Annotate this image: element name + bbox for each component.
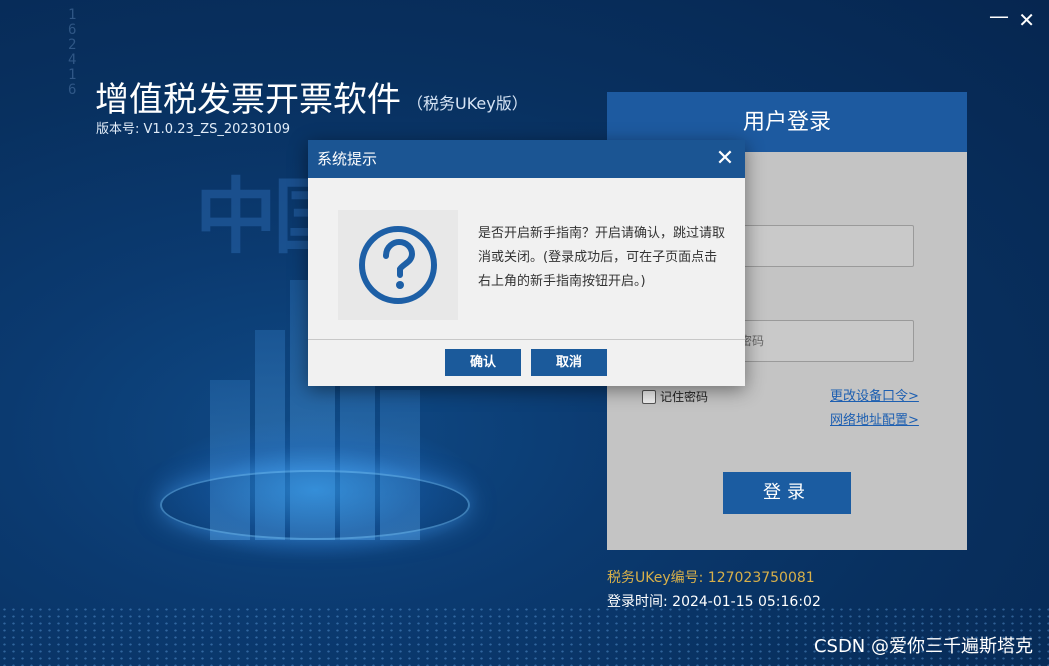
dialog-close-button[interactable]: ✕ [714,140,736,178]
app-title: 增值税发票开票软件 （税务UKey版） [95,72,528,121]
background-ring [160,470,470,540]
dialog-message: 是否开启新手指南？开启请确认，跳过请取消或关闭。(登录成功后，可在子页面点击右上… [478,226,726,289]
dialog-title: 系统提示 [317,150,378,168]
window-close-button[interactable]: ✕ [1018,8,1035,32]
minimize-button[interactable]: — [989,4,1009,28]
question-circle-icon [338,210,458,320]
app-version: 版本号: V1.0.23_ZS_20230109 [96,122,291,137]
login-button[interactable]: 登录 [723,472,851,514]
username-field[interactable] [737,225,914,267]
login-time: 登录时间: 2024-01-15 05:16:02 [607,594,821,610]
app-title-text: 增值税发票开票软件 [95,80,401,120]
watermark: CSDN @爱你三千遍斯塔克 [813,636,1033,657]
password-field[interactable]: 密码 [737,320,914,362]
remember-password-label: 记住密码 [660,390,709,404]
background-number-decoration: 162416 [68,7,77,98]
remember-password-checkbox[interactable] [642,389,656,404]
system-prompt-dialog: 系统提示 ✕ 是否开启新手指南？开启请确认，跳过请取消或关闭。(登录成功后，可在… [308,140,745,386]
remember-password[interactable]: 记住密码 [642,388,708,405]
cancel-button[interactable]: 取消 [531,349,607,376]
confirm-button[interactable]: 确认 [445,349,521,376]
change-device-password-link[interactable]: 更改设备口令> [830,385,919,404]
dialog-divider [308,339,745,340]
dialog-header: 系统提示 ✕ [308,140,745,178]
network-config-link[interactable]: 网络地址配置> [830,409,919,428]
app-subtitle: （税务UKey版） [407,93,528,113]
ukey-number: 税务UKey编号: 127023750081 [607,570,815,586]
